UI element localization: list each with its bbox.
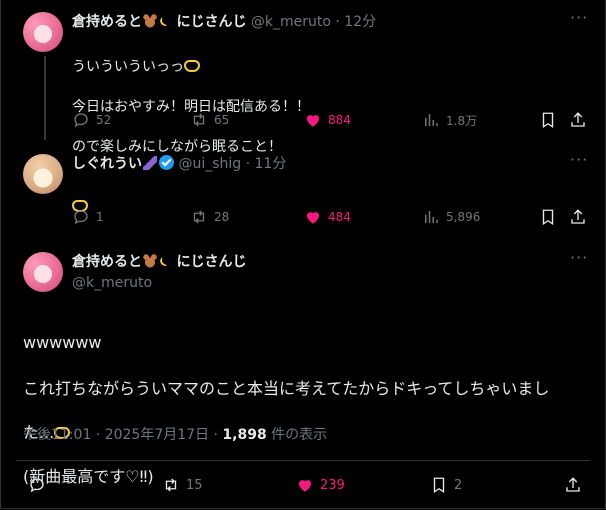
display-name-suffix[interactable]: にじさんじ [176,14,246,30]
reply-button[interactable]: 52 [72,111,111,129]
thread-line [44,56,46,140]
repost-button[interactable]: 15 [162,476,203,494]
reply-icon [72,208,90,226]
avatar[interactable] [23,252,63,292]
post-timestamp[interactable]: 午後11:01 · 2025年7月17日 · 1,898 件の表示 [23,424,327,444]
views-icon [422,111,440,129]
bookmark-button[interactable] [539,208,557,226]
bear-emoji-icon [143,14,157,28]
views-icon [422,208,440,226]
more-icon[interactable]: ··· [570,248,588,267]
tweet-text-line: これ打ちながらういママのこと本当に考えてたからドキってしちゃいまし [23,379,550,398]
timestamp-text: 午後11:01 · 2025年7月17日 · [23,427,223,443]
moon-emoji-icon [158,14,172,28]
tweet-3-focused[interactable]: 倉持めると にじさんじ @k_meruto ··· wwwwww これ打ちながら… [0,240,606,510]
views-button[interactable]: 1.8万 [422,111,477,129]
more-icon[interactable]: ··· [570,150,588,169]
tweet-text-line: ういういういっっ [72,59,184,75]
timestamp[interactable]: · 12分 [335,14,376,30]
moon-emoji-icon [158,254,172,268]
tweet-1[interactable]: 倉持めると にじさんじ @k_meruto · 12分 ··· ういういういっっ… [0,0,606,155]
like-button[interactable]: 239 [296,476,345,494]
share-button[interactable] [569,208,587,226]
repost-count: 28 [214,210,230,224]
reply-count: 1 [96,210,104,224]
bear-emoji-icon [143,254,157,268]
like-count: 484 [328,210,351,224]
reply-icon [72,111,90,129]
reply-count: 52 [96,113,112,127]
tweet-text-line: wwwwww [23,333,102,352]
share-icon [569,208,587,226]
tweet-2[interactable]: しぐれうい @ui_shig · 11分 ··· 1 28 484 5,896 [0,140,606,240]
bookmark-icon [539,208,557,226]
repost-icon [162,476,180,494]
views-total: 1,898 [222,427,267,443]
bookmark-count: 2 [454,477,463,493]
bookmark-button[interactable] [539,111,557,129]
display-name-suffix[interactable]: にじさんじ [176,254,246,270]
like-count: 239 [320,477,345,493]
share-icon [569,111,587,129]
handle[interactable]: @k_meruto [251,14,331,30]
repost-button[interactable]: 28 [190,208,229,226]
divider [16,460,590,461]
repost-button[interactable]: 65 [190,111,229,129]
views-count: 1.8万 [446,113,478,128]
umbrella-emoji-icon [143,156,157,170]
repost-icon [190,111,208,129]
like-button[interactable]: 884 [304,111,351,129]
repost-count: 15 [186,477,203,493]
repost-icon [190,208,208,226]
share-button[interactable] [564,476,582,494]
display-name[interactable]: 倉持めると [72,254,142,270]
like-count: 884 [328,113,351,127]
bookmark-icon [430,476,448,494]
share-icon [564,476,582,494]
handle[interactable]: @ui_shig [178,156,241,172]
reply-icon [28,476,46,494]
views-count: 5,896 [446,210,481,224]
bookmark-button[interactable]: 2 [430,476,462,494]
repost-count: 65 [214,113,230,127]
display-name[interactable]: しぐれうい [72,156,142,172]
avatar[interactable] [23,12,63,52]
avatar[interactable] [23,154,63,194]
share-button[interactable] [569,111,587,129]
bookmark-icon [539,111,557,129]
like-icon [296,476,314,494]
views-label: 件の表示 [266,427,328,443]
like-button[interactable]: 484 [304,208,351,226]
verified-icon [159,155,174,170]
views-button[interactable]: 5,896 [422,208,480,226]
handle[interactable]: @k_meruto [72,274,152,292]
reply-button[interactable] [28,476,52,494]
like-icon [304,208,322,226]
timestamp[interactable]: · 11分 [246,156,287,172]
more-icon[interactable]: ··· [570,8,588,27]
like-icon [304,111,322,129]
display-name[interactable]: 倉持めると [72,14,142,30]
heart-hands-emoji-icon [184,60,200,72]
reply-button[interactable]: 1 [72,208,104,226]
